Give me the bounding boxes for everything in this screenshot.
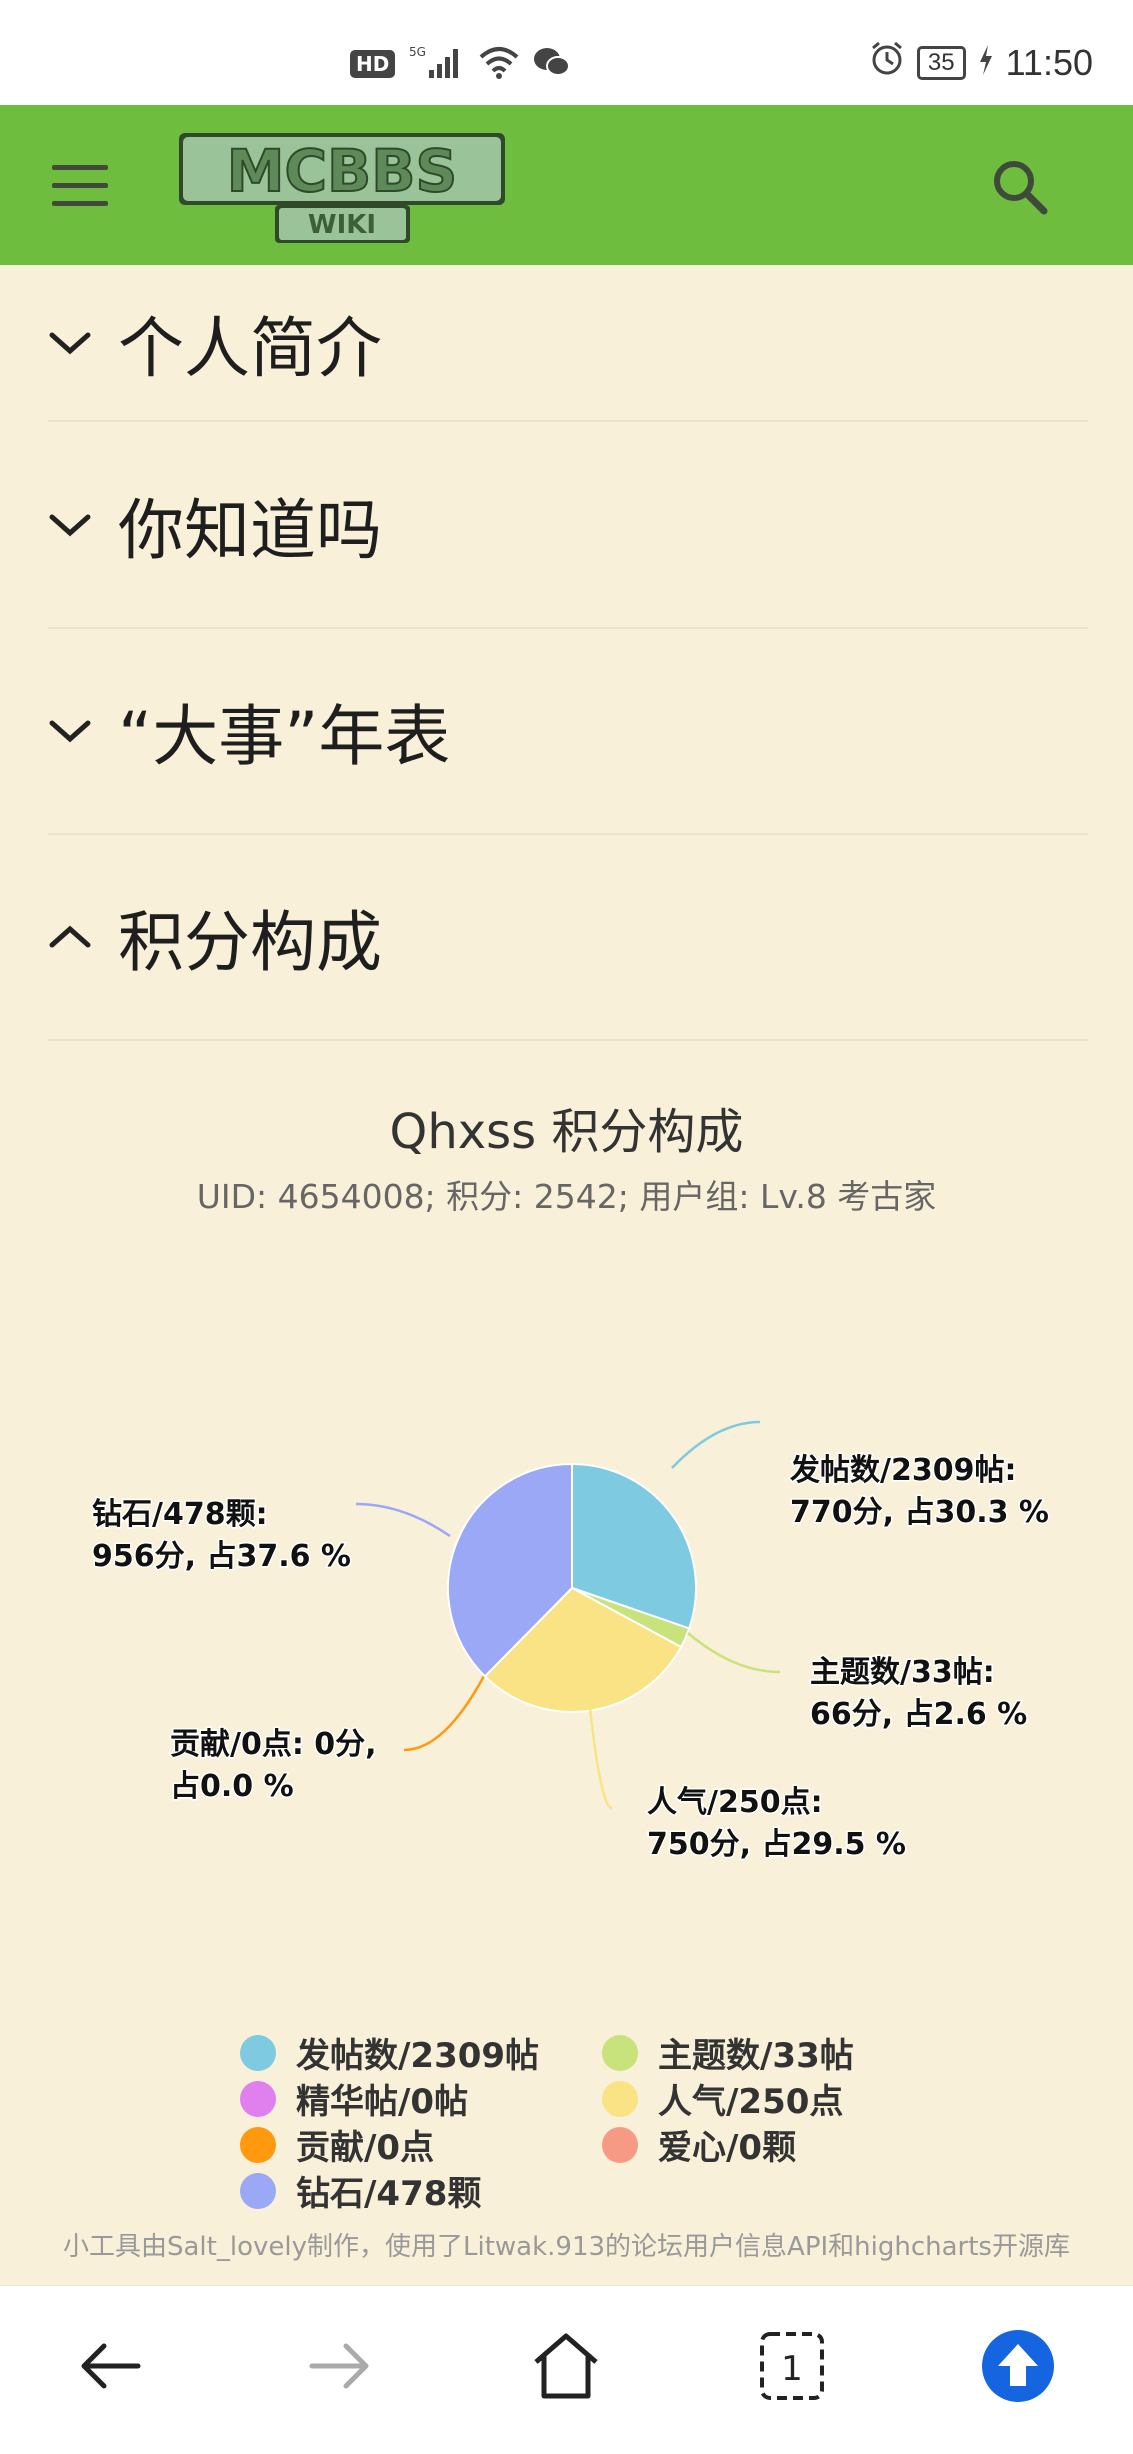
pie-data-label: 956分, 占37.6 %: [92, 1539, 351, 1574]
app-header: MCBBS WIKI: [0, 105, 1133, 265]
logo-text: MCBBS: [227, 137, 457, 205]
legend-marker: [602, 2034, 638, 2071]
legend-marker: [602, 2126, 638, 2163]
chevron-up-icon: [49, 925, 91, 948]
pie-data-label: 750分, 占29.5 %: [647, 1827, 906, 1862]
pie-data-label: 发帖数/2309帖:: [789, 1453, 1016, 1488]
alarm-icon: [869, 40, 905, 85]
status-icons-right: 35 11:50: [869, 40, 1093, 85]
legend-marker: [240, 2034, 276, 2071]
home-icon: [534, 2333, 598, 2399]
legend-item[interactable]: 人气/250点: [602, 2074, 843, 2123]
status-icons-left: HD 5G: [350, 44, 571, 84]
pie-label-connector: [588, 1707, 613, 1810]
legend-item[interactable]: 钻石/478颗: [240, 2166, 481, 2215]
search-icon: [994, 161, 1048, 215]
section-profile[interactable]: 个人简介: [48, 265, 1088, 422]
legend-marker: [602, 2080, 638, 2117]
signal-label: 5G: [409, 45, 426, 59]
legend-label: 人气/250点: [658, 2082, 844, 2122]
legend-item[interactable]: 精华帖/0帖: [240, 2074, 468, 2123]
pie-data-label: 占0.0 %: [170, 1769, 294, 1804]
back-button[interactable]: [72, 2326, 152, 2406]
chevron-down-icon: [49, 720, 91, 743]
tabs-icon: 1: [760, 2332, 824, 2400]
chevron-down-icon: [49, 514, 91, 536]
pie-data-label: 770分, 占30.3 %: [790, 1495, 1049, 1530]
section-title: “大事”年表: [118, 698, 451, 775]
legend-item[interactable]: 贡献/0点: [240, 2120, 434, 2169]
status-bar: HD 5G 35 11:50: [0, 0, 1133, 105]
signal-icon: 5G: [409, 44, 465, 84]
scroll-top-icon: [982, 2330, 1054, 2402]
charging-icon: [978, 42, 994, 84]
pie-data-label: 钻石/478颗:: [92, 1497, 268, 1532]
wifi-icon: [479, 45, 519, 83]
legend-marker: [240, 2080, 276, 2117]
legend-label: 发帖数/2309帖: [296, 2036, 540, 2076]
site-logo[interactable]: MCBBS WIKI: [175, 127, 510, 247]
chevron-down-icon: [49, 332, 91, 354]
section-title: 个人简介: [118, 309, 382, 387]
forward-icon: [309, 2343, 369, 2389]
legend-marker: [240, 2126, 276, 2163]
menu-icon-bar: [52, 165, 108, 170]
section-timeline[interactable]: “大事”年表: [48, 629, 1088, 835]
pie-plot: 发帖数/2309帖: 770分, 占30.3 % 主题数/33帖: 66分, 占2.6…: [91, 1420, 1050, 1864]
legend-label: 爱心/0颗: [658, 2128, 797, 2168]
hd-icon: HD: [350, 50, 396, 78]
legend-item[interactable]: 主题数/33帖: [602, 2028, 854, 2077]
battery-icon: 35: [916, 45, 966, 80]
legend-item[interactable]: 爱心/0颗: [602, 2120, 796, 2169]
legend-marker: [240, 2172, 276, 2209]
scroll-top-button[interactable]: [978, 2326, 1058, 2406]
section-did-you-know[interactable]: 你知道吗: [48, 422, 1088, 629]
credit-text: 小工具由Salt_lovely制作，使用了Litwak.913的论坛用户信息AP…: [63, 2232, 1070, 2262]
section-score-composition[interactable]: 积分构成: [48, 835, 1088, 1041]
legend-item[interactable]: 发帖数/2309帖: [240, 2028, 539, 2077]
bottom-navigation: 1: [0, 2285, 1133, 2454]
menu-icon-bar: [52, 201, 108, 206]
pie-label-connector: [687, 1632, 781, 1674]
legend-label: 主题数/33帖: [658, 2036, 854, 2076]
section-title: 积分构成: [118, 904, 382, 981]
pie-data-label: 贡献/0点: 0分,: [170, 1727, 377, 1762]
search-button[interactable]: [990, 157, 1050, 217]
back-icon: [81, 2343, 141, 2389]
tab-count: 1: [781, 2349, 803, 2389]
forward-button[interactable]: [298, 2326, 378, 2406]
clock: 11:50: [1005, 41, 1093, 83]
score-pie-chart: Qhxss 积分构成 UID: 4654008; 积分: 2542; 用户组: …: [0, 1060, 1133, 2280]
tabs-button[interactable]: 1: [752, 2326, 832, 2406]
pie-data-label: 人气/250点:: [647, 1785, 823, 1820]
wechat-icon: [533, 46, 571, 82]
pie-data-label: 主题数/33帖:: [810, 1655, 995, 1690]
pie-label-connector: [355, 1502, 451, 1538]
legend-label: 钻石/478颗: [296, 2174, 482, 2214]
section-title: 你知道吗: [118, 491, 382, 569]
legend-label: 贡献/0点: [296, 2128, 435, 2168]
menu-button[interactable]: [52, 165, 108, 209]
legend-label: 精华帖/0帖: [296, 2082, 469, 2122]
logo-subtext: WIKI: [308, 210, 376, 240]
home-button[interactable]: [526, 2326, 606, 2406]
pie-label-connector: [671, 1420, 761, 1469]
pie-data-label: 66分, 占2.6 %: [810, 1697, 1027, 1732]
pie-label-connector: [403, 1675, 486, 1752]
menu-icon-bar: [52, 183, 108, 188]
